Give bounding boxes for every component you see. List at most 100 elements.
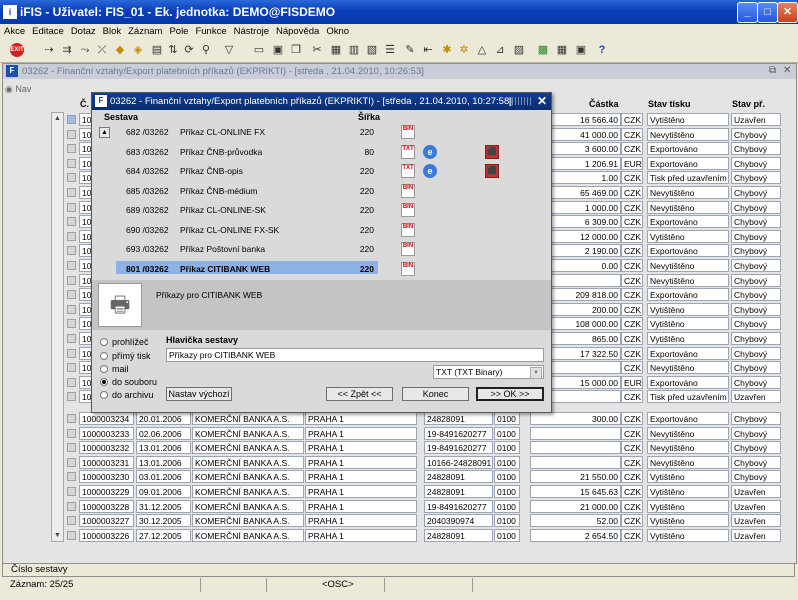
cell-print-state[interactable]: Exportováno [647, 347, 729, 360]
menu-nastroje[interactable]: Nástroje [230, 24, 272, 37]
pdf-icon[interactable]: ⬛ [485, 164, 499, 178]
cell-city[interactable]: PRAHA 1 [305, 500, 417, 513]
menu-blok[interactable]: Blok [99, 24, 124, 37]
cell-print-state[interactable]: Nevytištěno [647, 441, 729, 454]
cell-city[interactable]: PRAHA 1 [305, 441, 417, 454]
cell-id[interactable]: 1000003233 [79, 427, 134, 440]
menu-pole[interactable]: Pole [165, 24, 191, 37]
bookmark-icon[interactable]: ✱ [440, 43, 454, 57]
cell-id[interactable]: 1000003228 [79, 500, 134, 513]
row-checkbox[interactable] [67, 232, 76, 241]
binary-file-icon[interactable]: BIN [401, 125, 415, 139]
cell-account[interactable]: 10166-24828091 [424, 456, 493, 469]
cell-date[interactable]: 03.01.2006 [136, 470, 191, 483]
row-checkbox[interactable] [67, 144, 76, 153]
cell-bank[interactable]: KOMERČNÍ BANKA A.S. [192, 456, 304, 469]
count-query-icon[interactable]: ⤳ [78, 43, 92, 57]
table-scrollbar[interactable]: ▲ ▼ [51, 112, 64, 542]
cell-account[interactable]: 2040390974 [424, 514, 493, 527]
cell-print-state[interactable]: Nevytištěno [647, 274, 729, 287]
cell-currency[interactable]: CZK [621, 215, 643, 228]
cell-bank-code[interactable]: 0100 [494, 514, 520, 527]
cell-bank-code[interactable]: 0100 [494, 427, 520, 440]
cell-order-state[interactable]: Chybový [731, 427, 781, 440]
cell-currency[interactable]: CZK [621, 171, 643, 184]
cell-account[interactable]: 24828091 [424, 470, 493, 483]
cell-order-state[interactable]: Uzavřen [731, 514, 781, 527]
scroll-up-icon[interactable]: ▲ [53, 114, 62, 123]
cell-account[interactable]: 19-8491620277 [424, 500, 493, 513]
close-button[interactable]: ✕ [777, 2, 798, 23]
menu-editace[interactable]: Editace [28, 24, 67, 37]
cell-date[interactable]: 13.01.2006 [136, 456, 191, 469]
cell-city[interactable]: PRAHA 1 [305, 412, 417, 425]
cell-bank[interactable]: KOMERČNÍ BANKA A.S. [192, 500, 304, 513]
cell-currency[interactable]: CZK [621, 427, 643, 440]
menu-akce[interactable]: Akce [0, 24, 28, 37]
execute-query-icon[interactable]: ⇉ [60, 43, 74, 57]
browser-icon[interactable]: e [423, 164, 437, 178]
cell-print-state[interactable]: Exportováno [647, 142, 729, 155]
text-file-icon[interactable]: TXT [401, 164, 415, 178]
cell-id[interactable]: 1000003234 [79, 412, 134, 425]
cell-order-state[interactable]: Chybový [731, 244, 781, 257]
row-checkbox[interactable] [67, 531, 76, 540]
cell-city[interactable]: PRAHA 1 [305, 470, 417, 483]
cell-currency[interactable]: CZK [621, 347, 643, 360]
cell-order-state[interactable]: Chybový [731, 157, 781, 170]
minimize-button[interactable]: _ [737, 2, 758, 23]
radio-archive[interactable] [100, 391, 108, 399]
row-checkbox[interactable] [67, 516, 76, 525]
exit-icon[interactable]: EXIT [10, 43, 24, 57]
cell-id[interactable]: 1000003227 [79, 514, 134, 527]
sort-icon[interactable]: ⇅ [166, 43, 180, 57]
cell-print-state[interactable]: Vytištěno [647, 485, 729, 498]
row-checkbox[interactable] [67, 487, 76, 496]
cell-order-state[interactable]: Chybový [731, 303, 781, 316]
cell-print-state[interactable]: Nevytištěno [647, 259, 729, 272]
report-row[interactable]: 685 /03262 Příkaz ČNB-médium 220 [92, 183, 551, 199]
binary-file-icon[interactable]: BIN [401, 242, 415, 256]
cell-bank-code[interactable]: 0100 [494, 412, 520, 425]
cell-print-state[interactable]: Vytištěno [647, 113, 729, 126]
cell-print-state[interactable]: Exportováno [647, 244, 729, 257]
binary-file-icon[interactable]: BIN [401, 203, 415, 217]
binary-file-icon[interactable]: BIN [401, 184, 415, 198]
cell-date[interactable]: 30.12.2005 [136, 514, 191, 527]
cell-currency[interactable]: CZK [621, 128, 643, 141]
cell-print-state[interactable]: Vytištěno [647, 470, 729, 483]
cell-print-state[interactable]: Vytištěno [647, 317, 729, 330]
row-checkbox[interactable] [67, 363, 76, 372]
cell-amount[interactable] [530, 427, 621, 440]
chart-icon[interactable]: ⊿ [493, 43, 507, 57]
cell-city[interactable]: PRAHA 1 [305, 514, 417, 527]
row-checkbox[interactable] [67, 159, 76, 168]
menu-funkce[interactable]: Funkce [191, 24, 229, 37]
pdf-icon[interactable]: ⬛ [485, 145, 499, 159]
cell-bank-code[interactable]: 0100 [494, 500, 520, 513]
cell-order-state[interactable]: Chybový [731, 288, 781, 301]
cell-currency[interactable]: CZK [621, 412, 643, 425]
enter-query-icon[interactable]: ⇢ [42, 43, 56, 57]
funnel-icon[interactable]: ▽ [222, 43, 236, 57]
cell-currency[interactable]: CZK [621, 201, 643, 214]
cell-bank-code[interactable]: 0100 [494, 485, 520, 498]
grid-icon[interactable]: ▨ [512, 43, 526, 57]
cell-print-state[interactable]: Nevytištěno [647, 201, 729, 214]
restore-icon[interactable]: ⧉ [769, 65, 776, 76]
cut-icon[interactable]: ✂ [310, 43, 324, 57]
cell-city[interactable]: PRAHA 1 [305, 485, 417, 498]
tools-icon[interactable]: ✲ [457, 43, 471, 57]
inner-close-icon[interactable]: ✕ [783, 65, 791, 76]
cell-currency[interactable]: CZK [621, 142, 643, 155]
cell-currency[interactable]: CZK [621, 288, 643, 301]
cell-order-state[interactable]: Chybový [731, 347, 781, 360]
cell-currency[interactable]: CZK [621, 470, 643, 483]
save-icon[interactable]: ◆ [113, 43, 127, 57]
back-button[interactable]: << Zpět << [326, 387, 393, 401]
cell-print-state[interactable]: Exportováno [647, 376, 729, 389]
row-checkbox[interactable] [67, 305, 76, 314]
cell-currency[interactable]: CZK [621, 332, 643, 345]
chevron-down-icon[interactable]: ▼ [530, 367, 542, 379]
report-row[interactable]: 683 /03262 Příkaz ČNB-průvodka 80 [92, 144, 551, 160]
